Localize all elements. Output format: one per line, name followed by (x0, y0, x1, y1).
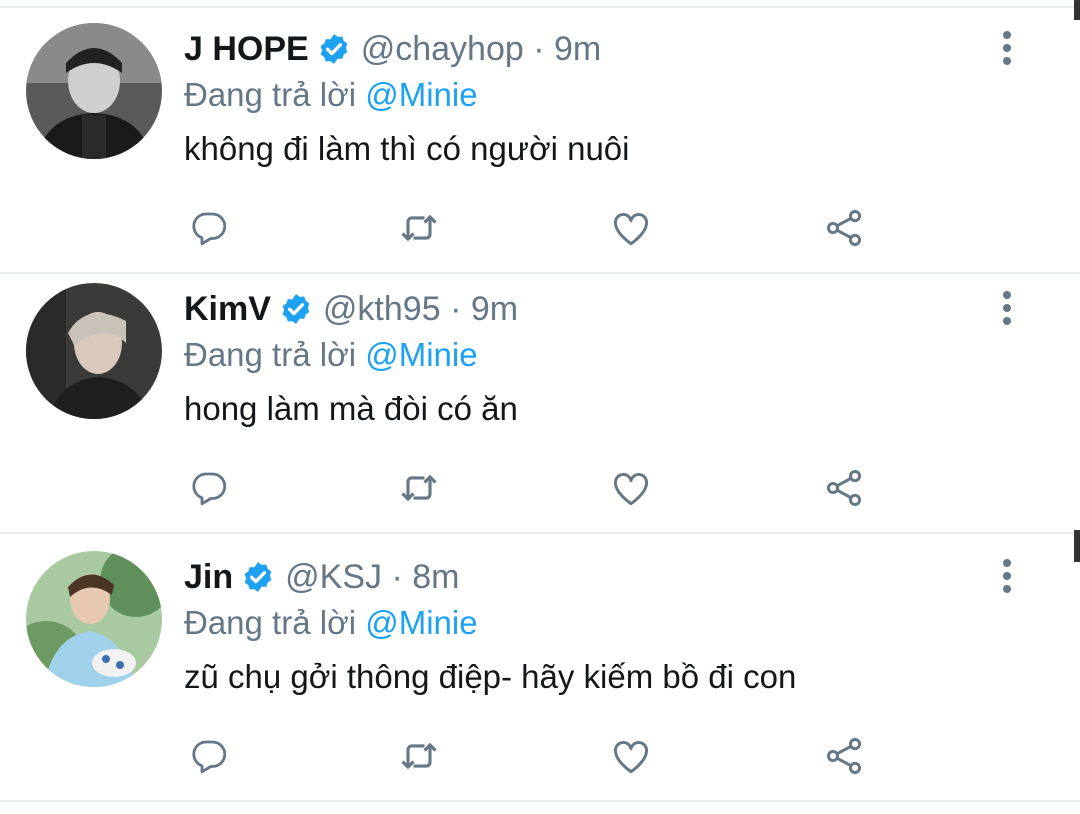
frame-edge (1074, 0, 1080, 20)
retweet-button[interactable] (395, 464, 443, 512)
share-icon (826, 470, 862, 506)
tweet-header: J HOPE @chayhop · 9m (184, 24, 601, 74)
tweet[interactable]: KimV @kth95 · 9m Đang trả lời @Minie hon… (0, 268, 1080, 534)
share-button[interactable] (820, 204, 868, 252)
reply-icon (192, 472, 227, 506)
retweet-button[interactable] (395, 732, 443, 780)
top-divider (0, 0, 1080, 8)
mention-link[interactable]: @Minie (365, 604, 477, 641)
tweet-header: KimV @kth95 · 9m (184, 284, 518, 334)
replying-label: Đang trả lời (184, 604, 357, 641)
replying-label: Đang trả lời (184, 336, 357, 373)
verified-badge-icon (241, 560, 275, 594)
heart-icon (613, 213, 649, 246)
avatar[interactable] (26, 283, 162, 419)
verified-badge-icon (279, 292, 313, 326)
tweet-text: zũ chụ gởi thông điệp- hãy kiếm bồ đi co… (184, 658, 797, 695)
replying-to: Đang trả lời @Minie (184, 604, 478, 642)
replying-label: Đang trả lời (184, 76, 357, 113)
tweet[interactable]: J HOPE @chayhop · 9m Đang trả lời @Minie… (0, 8, 1080, 274)
reply-icon (192, 212, 227, 246)
share-icon (826, 738, 862, 774)
avatar[interactable] (26, 23, 162, 159)
share-icon (826, 210, 862, 246)
retweet-icon (401, 742, 437, 770)
reply-button[interactable] (185, 464, 233, 512)
more-vertical-icon[interactable] (992, 288, 1022, 328)
display-name[interactable]: J HOPE (184, 30, 309, 69)
reply-icon (192, 740, 227, 774)
like-button[interactable] (607, 732, 655, 780)
like-button[interactable] (607, 464, 655, 512)
like-button[interactable] (607, 204, 655, 252)
timestamp: · 9m (450, 289, 519, 328)
heart-icon (613, 741, 649, 774)
mention-link[interactable]: @Minie (365, 336, 477, 373)
timestamp: · 8m (391, 557, 460, 596)
tweet[interactable]: Jin @KSJ · 8m Đang trả lời @Minie zũ chụ… (0, 536, 1080, 802)
more-vertical-icon[interactable] (992, 28, 1022, 68)
avatar[interactable] (26, 551, 162, 687)
display-name[interactable]: Jin (184, 558, 233, 597)
retweet-icon (401, 474, 437, 502)
user-handle[interactable]: @chayhop (361, 30, 524, 69)
timestamp: · 9m (533, 29, 602, 68)
replying-to: Đang trả lời @Minie (184, 336, 478, 374)
user-handle[interactable]: @KSJ (285, 558, 382, 597)
tweet-text: hong làm mà đòi có ăn (184, 390, 518, 427)
more-vertical-icon[interactable] (992, 556, 1022, 596)
share-button[interactable] (820, 732, 868, 780)
heart-icon (613, 473, 649, 506)
replying-to: Đang trả lời @Minie (184, 76, 478, 114)
tweet-header: Jin @KSJ · 8m (184, 552, 459, 602)
retweet-button[interactable] (395, 204, 443, 252)
mention-link[interactable]: @Minie (365, 76, 477, 113)
tweet-text: không đi làm thì có người nuôi (184, 130, 630, 167)
user-handle[interactable]: @kth95 (323, 290, 441, 329)
verified-badge-icon (317, 32, 351, 66)
frame-edge (1074, 530, 1080, 562)
display-name[interactable]: KimV (184, 290, 271, 329)
reply-button[interactable] (185, 204, 233, 252)
retweet-icon (401, 214, 437, 242)
reply-button[interactable] (185, 732, 233, 780)
share-button[interactable] (820, 464, 868, 512)
